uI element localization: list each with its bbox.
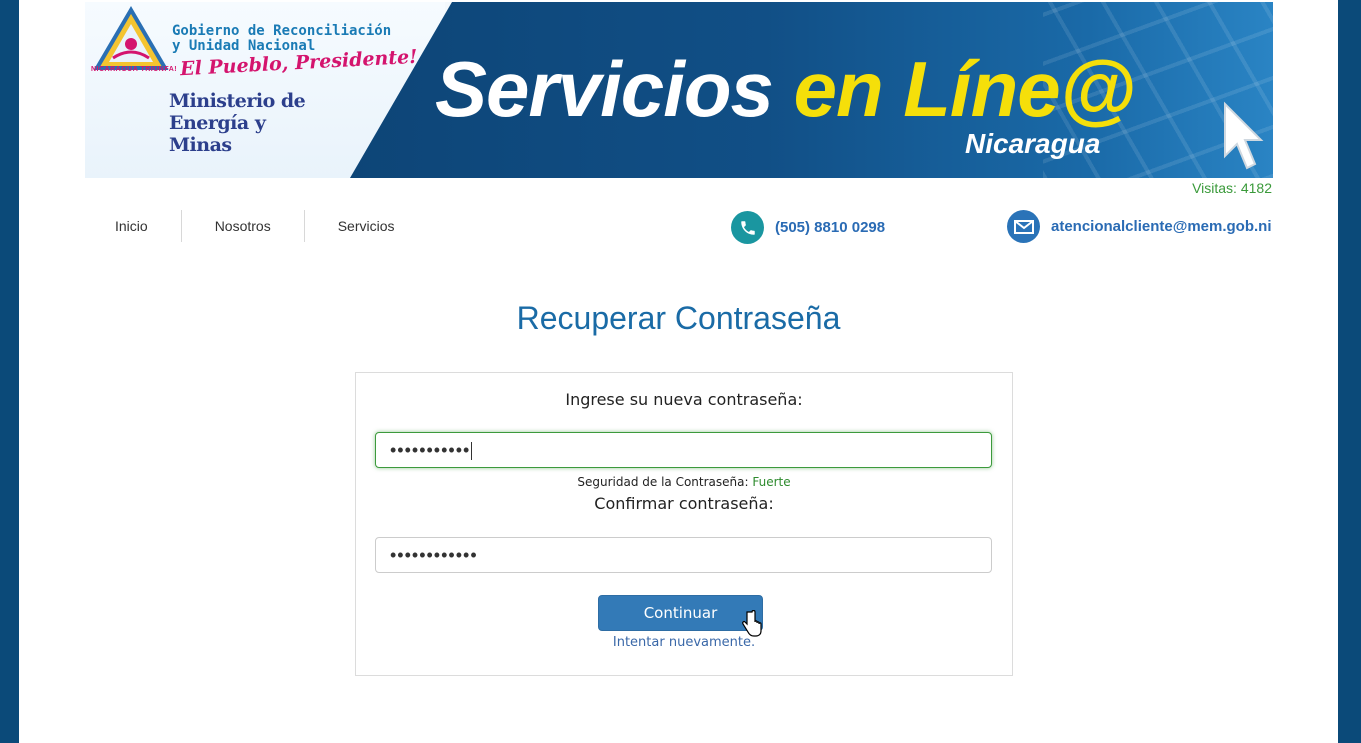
nav-item-nosotros[interactable]: Nosotros	[182, 210, 305, 242]
ministry-name: Ministerio de Energía y Minas	[169, 90, 306, 156]
text-caret	[471, 442, 473, 461]
page: NICARAGUA TRIUNFA! Gobierno de Reconcili…	[19, 0, 1338, 743]
strength-value: Fuerte	[752, 475, 791, 489]
reset-password-form: Ingrese su nueva contraseña: •••••••••••…	[355, 372, 1013, 676]
main-nav: Inicio Nosotros Servicios	[85, 210, 428, 242]
nav-item-servicios[interactable]: Servicios	[305, 210, 428, 242]
email-address[interactable]: atencionalcliente@mem.gob.ni	[1051, 218, 1272, 235]
banner-subtitle: Nicaragua	[965, 128, 1101, 159]
strength-label: Seguridad de la Contraseña:	[577, 475, 749, 489]
new-password-label: Ingrese su nueva contraseña:	[565, 390, 803, 409]
mouse-pointer-icon	[1224, 101, 1264, 170]
banner-title-white: Servicios	[435, 45, 794, 133]
contact-email: atencionalcliente@mem.gob.ni	[1007, 210, 1272, 243]
contact-phone: (505) 8810 0298	[731, 211, 885, 244]
envelope-icon	[1007, 210, 1040, 243]
retry-link[interactable]: Intentar nuevamente.	[356, 635, 1012, 650]
visits-label: Visitas:	[1192, 180, 1237, 196]
new-password-value: •••••••••••	[390, 440, 471, 460]
hand-pointer-icon	[742, 610, 762, 637]
nav-item-inicio[interactable]: Inicio	[85, 210, 182, 242]
visit-counter: Visitas: 4182	[1192, 180, 1272, 196]
nicaragua-triunfa-text: NICARAGUA TRIUNFA!	[91, 66, 178, 73]
page-title: Recuperar Contraseña	[516, 300, 841, 336]
government-logo-icon	[93, 6, 169, 70]
confirm-password-label: Confirmar contraseña:	[594, 494, 774, 513]
continue-button[interactable]: Continuar	[598, 595, 763, 631]
phone-number: (505) 8810 0298	[775, 219, 886, 236]
visits-count: 4182	[1240, 180, 1272, 196]
confirm-password-value: ••••••••••••	[390, 545, 478, 565]
header-banner: NICARAGUA TRIUNFA! Gobierno de Reconcili…	[85, 2, 1273, 178]
new-password-input[interactable]: •••••••••••	[375, 432, 992, 468]
banner-title: Servicios en Líne@	[435, 44, 1136, 135]
password-strength: Seguridad de la Contraseña: Fuerte	[356, 475, 1012, 489]
phone-icon	[731, 211, 764, 244]
confirm-password-input[interactable]: ••••••••••••	[375, 537, 992, 573]
banner-title-yellow: en Líne@	[793, 45, 1136, 133]
